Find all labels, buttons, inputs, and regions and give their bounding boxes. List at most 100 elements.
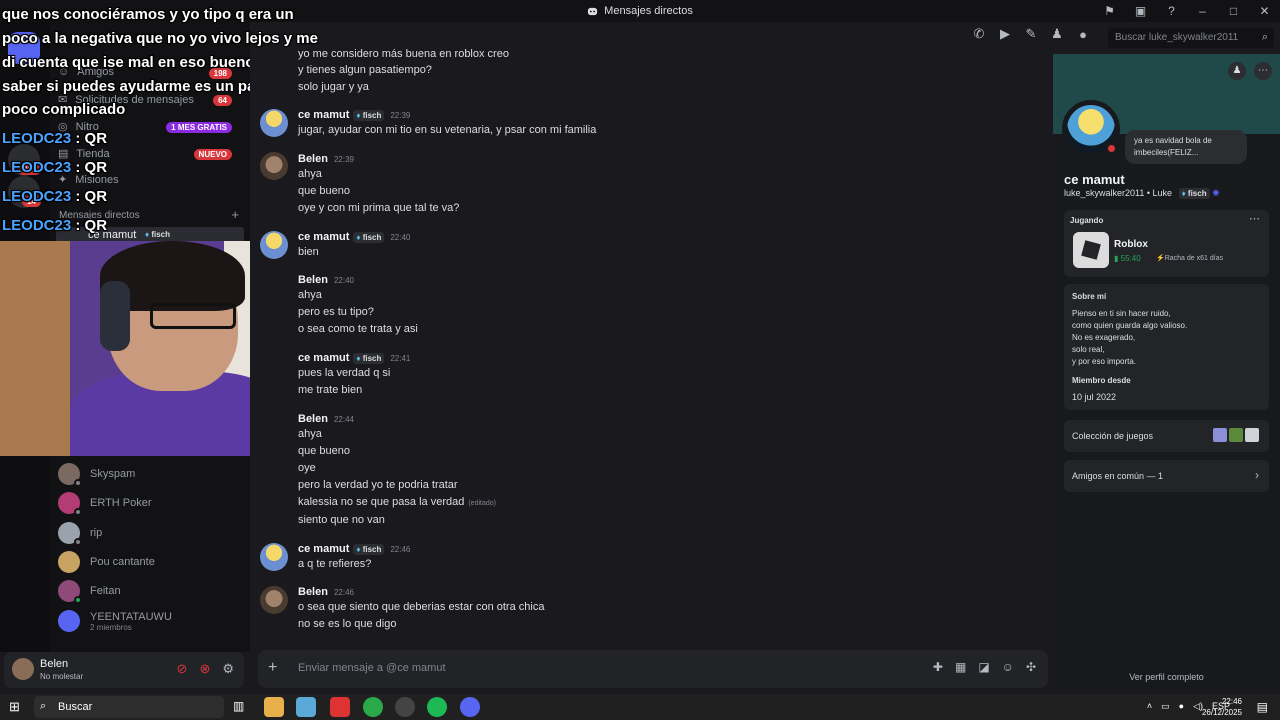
overlay-chat-line: LEODC23 : QR: [2, 188, 108, 205]
more-icon[interactable]: ⋯: [1254, 62, 1272, 80]
windows-start-icon[interactable]: ⊞: [9, 699, 20, 715]
message-line: bien: [298, 246, 319, 258]
pin-icon[interactable]: ✎: [1022, 26, 1040, 42]
screen-icon[interactable]: ▣: [1125, 4, 1156, 18]
message-line: ahya: [298, 168, 322, 180]
message-line: me trate bien: [298, 384, 363, 396]
activity-card: Jugando ⋯ Roblox ▮ 55:40 ⚡Racha de x61 d…: [1064, 210, 1269, 277]
message-line: yo me considero más buena en roblox creo: [298, 48, 509, 60]
message-line: pues la verdad q si: [298, 367, 391, 379]
add-friend-icon[interactable]: ♟: [1048, 26, 1066, 42]
about-card: Sobre mí Pienso en ti sin hacer ruido, c…: [1064, 284, 1269, 410]
dm-item[interactable]: ERTH Poker: [58, 489, 244, 517]
taskbar-search[interactable]: ⌕ Buscar: [34, 696, 224, 718]
user-status: No molestar: [40, 672, 84, 681]
message-header: ce mamut ♦ fisch 22:41: [298, 352, 411, 364]
avatar[interactable]: [260, 109, 288, 137]
mutual-friends-row[interactable]: Amigos en común — 1 ›: [1064, 460, 1269, 492]
add-friend-icon[interactable]: ♟: [1228, 62, 1246, 80]
dm-item[interactable]: Pou cantante: [58, 548, 244, 576]
message-line: pero es tu tipo?: [298, 306, 374, 318]
window-title: Mensajes directos: [604, 5, 693, 17]
message-line: oye: [298, 462, 316, 474]
message-line: no se es lo que digo: [298, 618, 397, 630]
dm-item[interactable]: YEENTATAUWU 2 miembros: [58, 607, 244, 635]
message-line: que bueno: [298, 445, 350, 457]
network-icon[interactable]: ▭: [1161, 701, 1170, 712]
message-line: ahya: [298, 428, 322, 440]
emoji-icon[interactable]: ☺: [1002, 660, 1014, 674]
profile-toggle-icon[interactable]: ●: [1074, 27, 1092, 42]
avatar: [58, 580, 82, 604]
chrome-icon[interactable]: [363, 697, 383, 717]
headset-icon: [100, 281, 130, 351]
message-composer[interactable]: + Enviar mensaje a @ce mamut ✚ ▦ ◪ ☺ ✣: [258, 650, 1048, 688]
message-input[interactable]: Enviar mensaje a @ce mamut: [298, 662, 446, 674]
help-icon[interactable]: ?: [1156, 4, 1187, 18]
sticker-icon[interactable]: ◪: [978, 660, 989, 674]
clock[interactable]: 22:46 26/12/2025: [1202, 696, 1242, 718]
user-name: Belen: [40, 658, 69, 670]
phone-icon[interactable]: ✆: [970, 26, 988, 42]
fish-icon: ♦: [356, 545, 361, 554]
message-line: siento que no van: [298, 514, 385, 526]
avatar[interactable]: [260, 231, 288, 259]
obs-icon[interactable]: [395, 697, 415, 717]
taskbar: ⊞ ⌕ Buscar ▥ ˄ ▭ ● ◁) ESP 22:46 26/12/20…: [0, 694, 1280, 720]
mic-icon[interactable]: ●: [1179, 701, 1184, 712]
avatar: [58, 492, 82, 516]
fish-icon: ♦: [1181, 189, 1186, 198]
discord-icon[interactable]: [460, 697, 480, 717]
file-explorer-icon[interactable]: [264, 697, 284, 717]
discord-window: Mensajes directos ⚑ ▣ ? – □ ✕ 307 14 ☺ A…: [0, 0, 1280, 694]
close-button[interactable]: ✕: [1249, 4, 1280, 18]
app-icon[interactable]: [330, 697, 350, 717]
fish-icon: ♦: [356, 354, 361, 363]
message-line: pero la verdad yo te podria tratar: [298, 479, 458, 491]
message-line: jugar, ayudar con mi tio en su vetenaria…: [298, 124, 597, 136]
dm-item[interactable]: Skyspam: [58, 460, 244, 488]
spotify-icon[interactable]: [427, 697, 447, 717]
gift-icon[interactable]: ✚: [933, 660, 943, 674]
avatar[interactable]: [12, 658, 34, 680]
app-icon[interactable]: [296, 697, 316, 717]
message-line: o sea como te trata y asi: [298, 323, 418, 335]
search-input[interactable]: Buscar luke_skywalker2011 ⌕: [1108, 28, 1274, 48]
more-icon[interactable]: ⋯: [1249, 212, 1260, 225]
game-collection-row[interactable]: Colección de juegos: [1064, 420, 1269, 452]
custom-status: ya es navidad bola de imbeciles(FELIZ...: [1125, 130, 1247, 164]
message-header: Belen 22:39: [298, 153, 354, 165]
chevron-up-icon[interactable]: ˄: [1147, 701, 1152, 712]
message-line: que bueno: [298, 185, 350, 197]
video-icon[interactable]: ▶: [996, 26, 1014, 42]
overlay-text: poco complicado: [2, 101, 126, 118]
message-header: Belen 22:46: [298, 586, 354, 598]
avatar[interactable]: [260, 543, 288, 571]
search-icon: ⌕: [1261, 31, 1268, 43]
overlay-text: poco a la negativa que no yo vivo lejos …: [2, 30, 318, 47]
bolt-icon: ⚡: [1156, 255, 1165, 262]
apps-icon[interactable]: ✣: [1026, 660, 1036, 674]
mic-muted-icon[interactable]: ⊘: [177, 661, 188, 677]
dm-item[interactable]: Feitan: [58, 577, 244, 605]
add-dm-button[interactable]: +: [231, 207, 239, 222]
avatar: [58, 522, 82, 546]
message-line: o sea que siento que deberias estar con …: [298, 601, 545, 613]
message-line: a q te refieres?: [298, 558, 372, 570]
avatar[interactable]: [260, 586, 288, 614]
avatar[interactable]: [260, 152, 288, 180]
notifications-icon[interactable]: ▤: [1257, 700, 1268, 714]
attach-button[interactable]: +: [268, 659, 277, 677]
gif-icon[interactable]: ▦: [955, 660, 966, 674]
maximize-button[interactable]: □: [1218, 4, 1249, 18]
message-line: ahya: [298, 289, 322, 301]
dnd-status-icon: [1105, 142, 1118, 155]
view-full-profile-link[interactable]: Ver perfil completo: [1053, 672, 1280, 682]
deafen-icon[interactable]: ⊗: [199, 661, 210, 677]
minimize-button[interactable]: –: [1187, 4, 1218, 18]
dm-item[interactable]: rip: [58, 519, 244, 547]
task-view-icon[interactable]: ▥: [233, 699, 244, 713]
settings-gear-icon[interactable]: ⚙: [222, 661, 234, 677]
flag-icon[interactable]: ⚑: [1094, 4, 1125, 18]
overlay-text: que nos conociéramos y yo tipo q era un: [2, 6, 294, 23]
